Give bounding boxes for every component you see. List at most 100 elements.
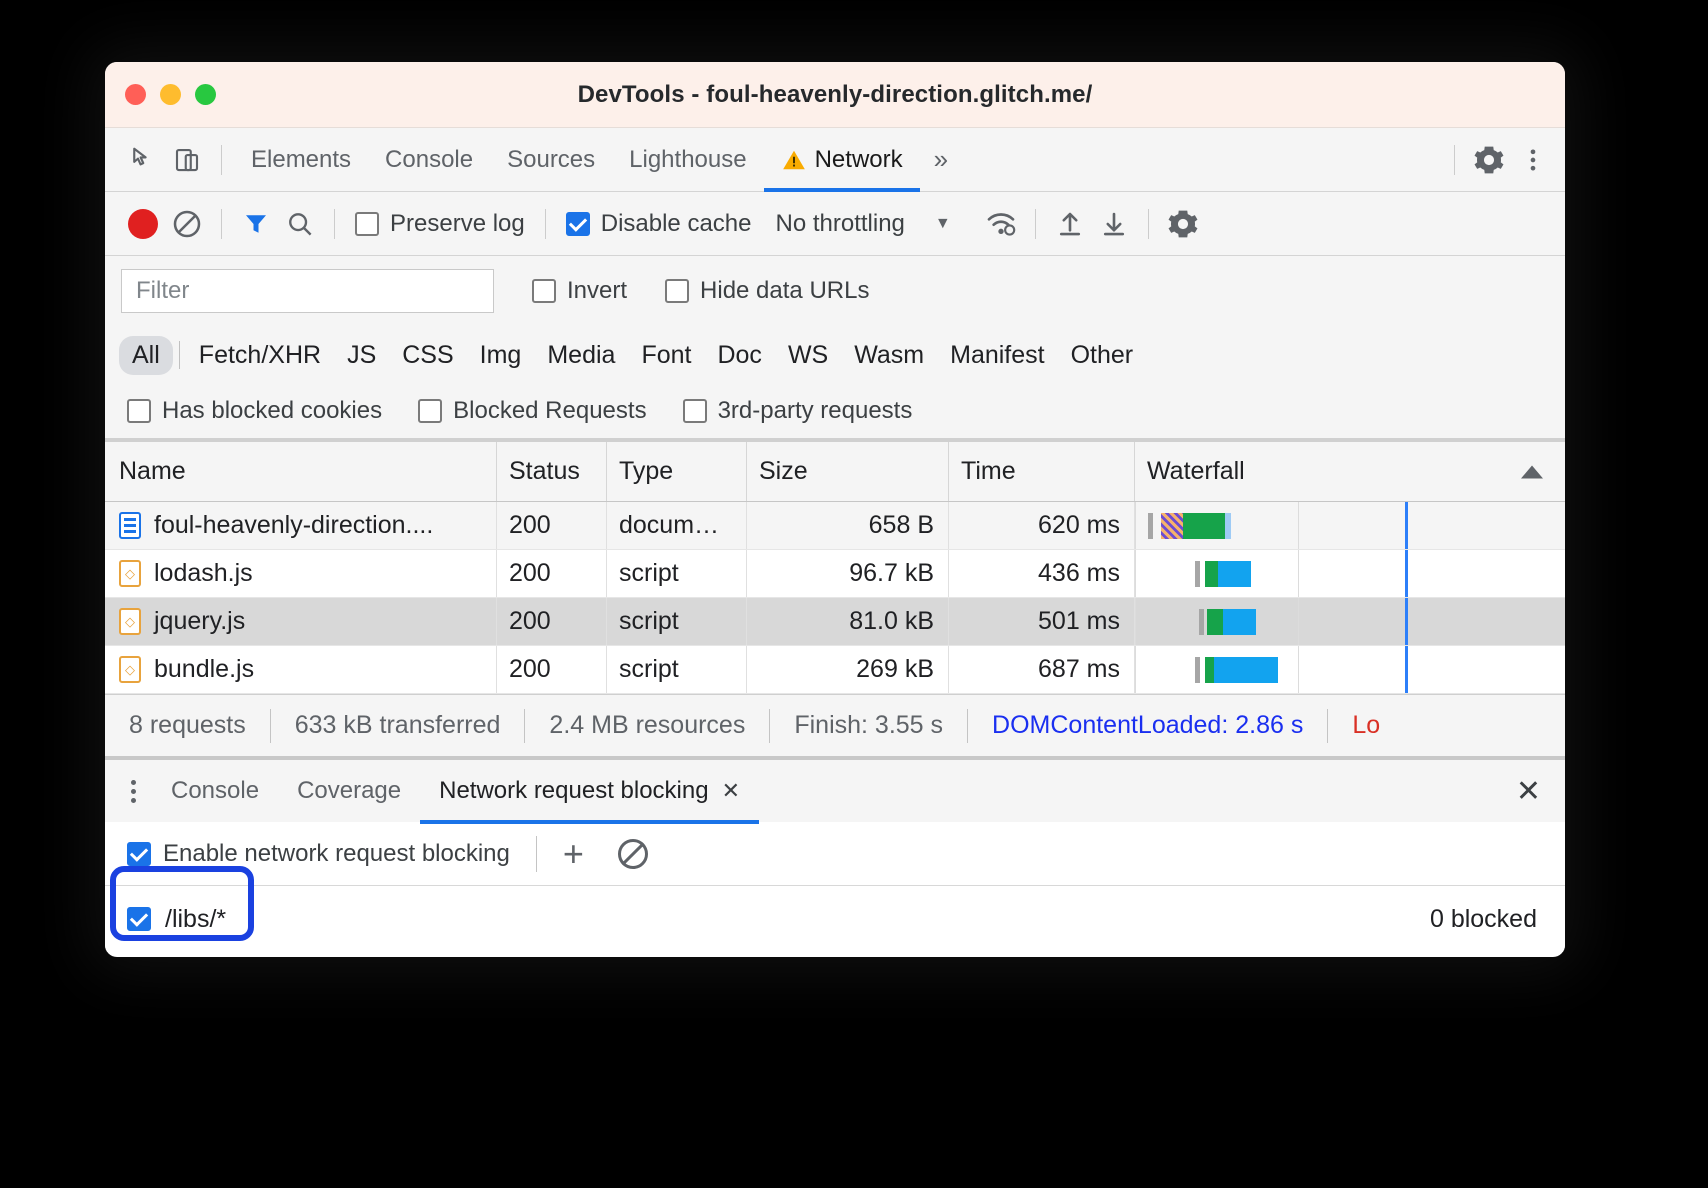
device-toolbar-icon[interactable] bbox=[165, 138, 209, 182]
column-header-name[interactable]: Name bbox=[105, 442, 497, 501]
export-har-icon[interactable] bbox=[1092, 202, 1136, 246]
column-header-type[interactable]: Type bbox=[607, 442, 747, 501]
disable-cache-box[interactable] bbox=[566, 212, 590, 236]
cell-status: 200 bbox=[497, 502, 607, 549]
tab-lighthouse[interactable]: Lighthouse bbox=[612, 128, 763, 192]
clear-icon[interactable] bbox=[165, 202, 209, 246]
type-filter-css[interactable]: CSS bbox=[389, 336, 466, 375]
disable-cache-checkbox[interactable]: Disable cache bbox=[558, 192, 760, 256]
enable-network-request-blocking-checkbox[interactable] bbox=[127, 842, 151, 866]
more-tabs-chevron-icon[interactable]: » bbox=[920, 144, 962, 175]
type-filter-wasm[interactable]: Wasm bbox=[841, 336, 937, 375]
add-pattern-icon[interactable]: + bbox=[563, 836, 584, 872]
type-filter-other[interactable]: Other bbox=[1058, 336, 1147, 375]
invert-checkbox[interactable]: Invert bbox=[532, 277, 627, 305]
inspect-element-icon[interactable] bbox=[121, 138, 165, 182]
summary-divider bbox=[769, 709, 770, 743]
summary-domcontentloaded: DOMContentLoaded: 2.86 s bbox=[992, 711, 1303, 740]
toolbar-divider bbox=[1148, 209, 1149, 239]
cell-type: script bbox=[607, 598, 747, 645]
cell-waterfall bbox=[1135, 646, 1565, 693]
blocked-requests-box[interactable] bbox=[418, 399, 442, 423]
type-filter-all[interactable]: All bbox=[119, 336, 173, 375]
has-blocked-cookies-box[interactable] bbox=[127, 399, 151, 423]
drawer-tab-network-request-blocking[interactable]: Network request blocking ✕ bbox=[420, 758, 759, 824]
table-row[interactable]: ◇ jquery.js 200 script 81.0 kB 501 ms bbox=[105, 598, 1565, 646]
toolbar-divider bbox=[1454, 145, 1455, 175]
invert-label: Invert bbox=[567, 277, 627, 305]
cell-name[interactable]: ◇ jquery.js bbox=[105, 598, 497, 645]
close-drawer-icon[interactable]: ✕ bbox=[1516, 774, 1541, 809]
cell-waterfall bbox=[1135, 598, 1565, 645]
table-row[interactable]: foul-heavenly-direction.... 200 docum… 6… bbox=[105, 502, 1565, 550]
type-filter-js[interactable]: JS bbox=[334, 336, 389, 375]
close-tab-icon[interactable]: ✕ bbox=[722, 778, 740, 804]
drawer-tab-coverage[interactable]: Coverage bbox=[278, 758, 420, 824]
type-filter-doc[interactable]: Doc bbox=[704, 336, 774, 375]
requests-table-header: Name Status Type Size Time Waterfall bbox=[105, 442, 1565, 502]
gear-icon[interactable] bbox=[1467, 138, 1511, 182]
blocking-pattern-row[interactable]: /libs/* 0 blocked bbox=[105, 886, 1565, 952]
type-filter-divider bbox=[179, 341, 180, 369]
cell-name[interactable]: foul-heavenly-direction.... bbox=[105, 502, 497, 549]
chevron-down-icon[interactable]: ▼ bbox=[935, 215, 951, 233]
toolbar-divider bbox=[334, 209, 335, 239]
column-header-status[interactable]: Status bbox=[497, 442, 607, 501]
type-filter-img[interactable]: Img bbox=[467, 336, 535, 375]
type-filter-media[interactable]: Media bbox=[534, 336, 628, 375]
request-name: jquery.js bbox=[154, 607, 245, 636]
search-icon[interactable] bbox=[278, 202, 322, 246]
pattern-enabled-checkbox[interactable] bbox=[127, 907, 151, 931]
drawer-more-options-icon[interactable] bbox=[127, 780, 152, 803]
type-filter-font[interactable]: Font bbox=[628, 336, 704, 375]
preserve-log-checkbox[interactable]: Preserve log bbox=[347, 192, 533, 256]
cell-name[interactable]: ◇ bundle.js bbox=[105, 646, 497, 693]
tab-elements[interactable]: Elements bbox=[234, 128, 368, 192]
pattern-text: /libs/* bbox=[165, 905, 226, 934]
column-header-size[interactable]: Size bbox=[747, 442, 949, 501]
filter-funnel-icon[interactable] bbox=[234, 202, 278, 246]
network-conditions-icon[interactable] bbox=[979, 202, 1023, 246]
tab-network[interactable]: Network bbox=[764, 128, 920, 192]
column-header-waterfall-label: Waterfall bbox=[1147, 457, 1245, 486]
preserve-log-box[interactable] bbox=[355, 212, 379, 236]
invert-box[interactable] bbox=[532, 279, 556, 303]
screenshot-stage: DevTools - foul-heavenly-direction.glitc… bbox=[0, 0, 1708, 1188]
blocked-requests-checkbox[interactable]: Blocked Requests bbox=[418, 397, 646, 425]
tab-sources[interactable]: Sources bbox=[490, 128, 612, 192]
gear-icon[interactable] bbox=[1161, 202, 1205, 246]
request-name: lodash.js bbox=[154, 559, 253, 588]
import-har-icon[interactable] bbox=[1048, 202, 1092, 246]
third-party-requests-box[interactable] bbox=[683, 399, 707, 423]
type-filter-manifest[interactable]: Manifest bbox=[937, 336, 1057, 375]
remove-all-patterns-icon[interactable] bbox=[618, 839, 648, 869]
devtools-window: DevTools - foul-heavenly-direction.glitc… bbox=[105, 62, 1565, 957]
third-party-requests-checkbox[interactable]: 3rd-party requests bbox=[683, 397, 913, 425]
cell-size: 96.7 kB bbox=[747, 550, 949, 597]
cell-time: 501 ms bbox=[949, 598, 1135, 645]
column-header-waterfall[interactable]: Waterfall bbox=[1135, 442, 1565, 501]
record-icon[interactable] bbox=[121, 202, 165, 246]
table-row[interactable]: ◇ lodash.js 200 script 96.7 kB 436 ms bbox=[105, 550, 1565, 598]
hide-data-urls-box[interactable] bbox=[665, 279, 689, 303]
drawer-tab-console[interactable]: Console bbox=[152, 758, 278, 824]
hide-data-urls-checkbox[interactable]: Hide data URLs bbox=[665, 277, 869, 305]
summary-divider bbox=[967, 709, 968, 743]
throttling-select-value[interactable]: No throttling bbox=[775, 210, 904, 238]
filter-input[interactable]: Filter bbox=[121, 269, 494, 313]
tab-console[interactable]: Console bbox=[368, 128, 490, 192]
blocked-requests-label: Blocked Requests bbox=[453, 397, 646, 425]
request-name: foul-heavenly-direction.... bbox=[154, 511, 433, 540]
has-blocked-cookies-checkbox[interactable]: Has blocked cookies bbox=[127, 397, 382, 425]
drawer-tab-network-request-blocking-label: Network request blocking bbox=[439, 777, 708, 805]
sort-ascending-icon[interactable] bbox=[1521, 465, 1543, 478]
kebab-menu-icon[interactable] bbox=[1511, 138, 1555, 182]
toolbar-divider bbox=[536, 836, 537, 872]
type-filter-ws[interactable]: WS bbox=[775, 336, 841, 375]
drawer-tabbar: Console Coverage Network request blockin… bbox=[105, 756, 1565, 822]
cell-status: 200 bbox=[497, 598, 607, 645]
column-header-time[interactable]: Time bbox=[949, 442, 1135, 501]
table-row[interactable]: ◇ bundle.js 200 script 269 kB 687 ms bbox=[105, 646, 1565, 694]
cell-name[interactable]: ◇ lodash.js bbox=[105, 550, 497, 597]
type-filter-fetch-xhr[interactable]: Fetch/XHR bbox=[186, 336, 334, 375]
